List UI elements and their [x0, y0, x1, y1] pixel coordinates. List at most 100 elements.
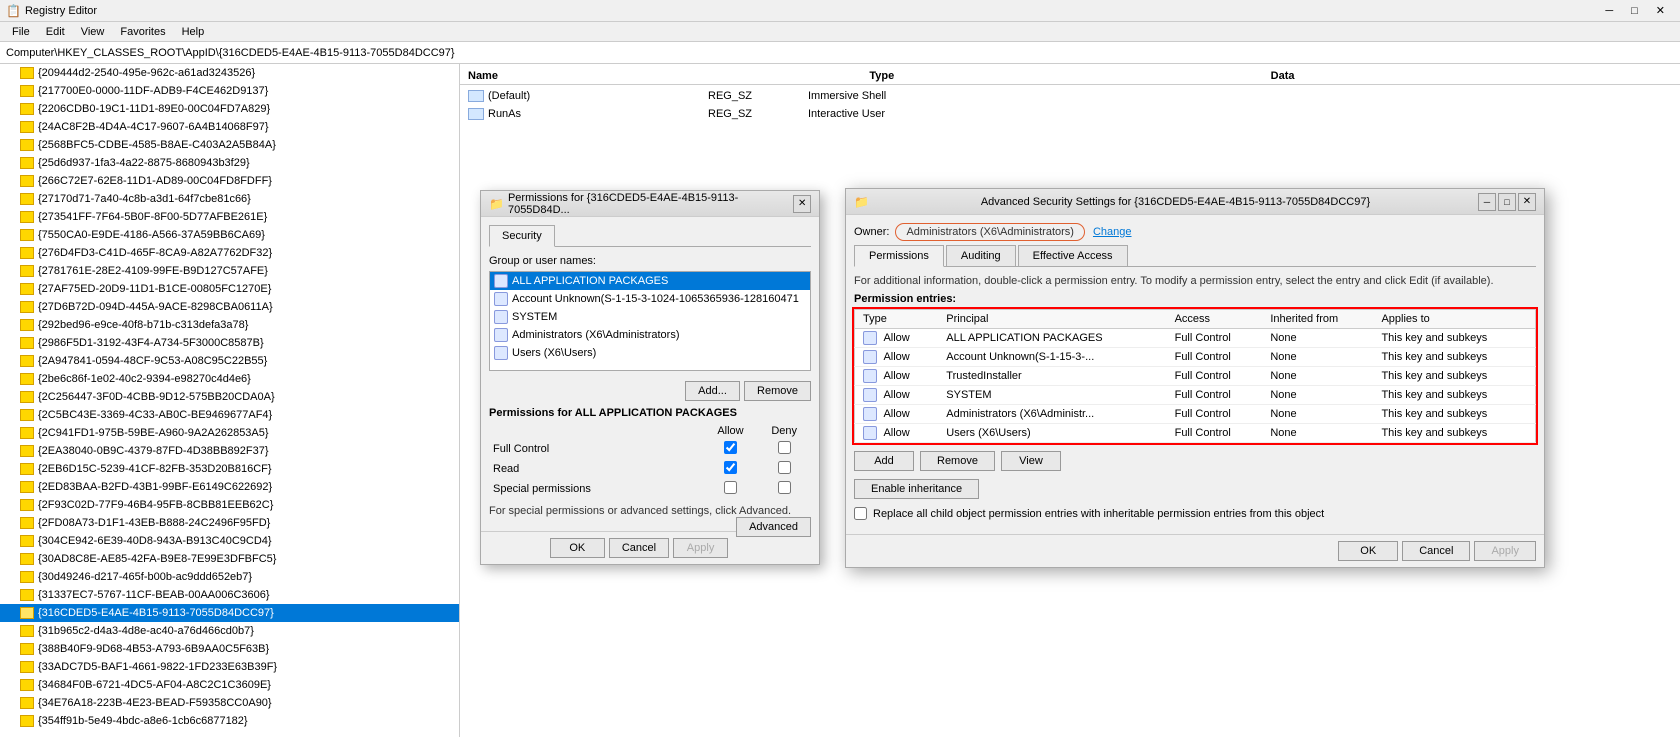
tree-item[interactable]: {27170d71-7a40-4c8b-a3d1-64f7cbe81c66} [0, 190, 459, 208]
user-list-item[interactable]: Users (X6\Users) [490, 344, 810, 362]
adv-tab-auditing[interactable]: Auditing [946, 245, 1016, 266]
tree-item[interactable]: {2781761E-28E2-4109-99FE-B9D127C57AFE} [0, 262, 459, 280]
adv-ok-btn[interactable]: OK [1338, 541, 1398, 561]
adv-add-btn[interactable]: Add [854, 451, 914, 471]
entry-inherited: None [1262, 348, 1373, 367]
allow-cell[interactable] [704, 459, 758, 479]
advanced-btn[interactable]: Advanced [736, 517, 811, 537]
tree-item[interactable]: {209444d2-2540-495e-962c-a61ad3243526} [0, 64, 459, 82]
tree-item[interactable]: {388B40F9-9D68-4B53-A793-6B9AA0C5F63B} [0, 640, 459, 658]
advanced-maximize-btn[interactable]: □ [1498, 193, 1516, 211]
tree-item[interactable]: {276D4FD3-C41D-465F-8CA9-A82A7762DF32} [0, 244, 459, 262]
deny-checkbox[interactable] [778, 441, 791, 454]
tree-item[interactable]: {273541FF-7F64-5B0F-8F00-5D77AFBE261E} [0, 208, 459, 226]
tree-item[interactable]: {217700E0-0000-11DF-ADB9-F4CE462D9137} [0, 82, 459, 100]
allow-cell[interactable] [704, 439, 758, 459]
adv-perm-row[interactable]: Allow ALL APPLICATION PACKAGES Full Cont… [855, 329, 1536, 348]
tree-item[interactable]: {31337EC7-5767-11CF-BEAB-00AA006C3606} [0, 586, 459, 604]
minimize-btn[interactable]: ─ [1596, 2, 1622, 20]
menu-edit[interactable]: Edit [38, 24, 73, 40]
tree-item[interactable]: {25d6d937-1fa3-4a22-8875-8680943b3f29} [0, 154, 459, 172]
tree-item[interactable]: {2C5BC43E-3369-4C33-AB0C-BE9469677AF4} [0, 406, 459, 424]
replace-checkbox[interactable] [854, 507, 867, 520]
tree-item[interactable]: {2A947841-0594-48CF-9C53-A08C95C22B55} [0, 352, 459, 370]
permissions-close-btn[interactable]: ✕ [793, 195, 811, 213]
tree-item[interactable]: {2be6c86f-1e02-40c2-9394-e98270c4d4e6} [0, 370, 459, 388]
advanced-row: For special permissions or advanced sett… [489, 505, 811, 517]
col-type: Type [869, 68, 1270, 84]
tree-item[interactable]: {27AF75ED-20D9-11D1-B1CE-00805FC1270E} [0, 280, 459, 298]
menu-help[interactable]: Help [174, 24, 213, 40]
apply-btn[interactable]: Apply [673, 538, 728, 558]
tree-item[interactable]: {354ff91b-5e49-4bdc-a8e6-1cb6c6877182} [0, 712, 459, 730]
tree-item[interactable]: {2206CDB0-19C1-11D1-89E0-00C04FD7A829} [0, 100, 459, 118]
deny-cell[interactable] [757, 459, 811, 479]
close-btn[interactable]: ✕ [1647, 1, 1674, 20]
menu-file[interactable]: File [4, 24, 38, 40]
user-list-item[interactable]: Account Unknown(S-1-15-3-1024-1065365936… [490, 290, 810, 308]
enable-inheritance-btn[interactable]: Enable inheritance [854, 479, 979, 499]
tree-item[interactable]: {2ED83BAA-B2FD-43B1-99BF-E6149C622692} [0, 478, 459, 496]
folder-icon [20, 409, 34, 421]
tree-item[interactable]: {316CDED5-E4AE-4B15-9113-7055D84DCC97} [0, 604, 459, 622]
tree-item[interactable]: {34E76A18-223B-4E23-BEAD-F59358CC0A90} [0, 694, 459, 712]
user-list-box[interactable]: ALL APPLICATION PACKAGESAccount Unknown(… [489, 271, 811, 371]
tree-item[interactable]: {2C256447-3F0D-4CBB-9D12-575BB20CDA0A} [0, 388, 459, 406]
tree-item[interactable]: {2C941FD1-975B-59BE-A960-9A2A262853A5} [0, 424, 459, 442]
adv-perm-row[interactable]: Allow SYSTEM Full Control None This key … [855, 386, 1536, 405]
change-link[interactable]: Change [1093, 226, 1132, 238]
deny-checkbox[interactable] [778, 461, 791, 474]
tree-item[interactable]: {34684F0B-6721-4DC5-AF04-A8C2C1C3609E} [0, 676, 459, 694]
deny-cell[interactable] [757, 479, 811, 499]
allow-cell[interactable] [704, 479, 758, 499]
maximize-btn[interactable]: □ [1622, 2, 1647, 20]
tree-item[interactable]: {2FD08A73-D1F1-43EB-B888-24C2496F95FD} [0, 514, 459, 532]
adv-tab-effective-access[interactable]: Effective Access [1018, 245, 1128, 266]
adv-perm-row[interactable]: Allow Users (X6\Users) Full Control None… [855, 424, 1536, 443]
user-list-item[interactable]: Administrators (X6\Administrators) [490, 326, 810, 344]
tree-item[interactable]: {31b965c2-d4a3-4d8e-ac40-a76d466cd0b7} [0, 622, 459, 640]
add-btn[interactable]: Add... [685, 381, 740, 401]
deny-checkbox[interactable] [778, 481, 791, 494]
registry-row[interactable]: RunAs REG_SZ Interactive User [460, 105, 1680, 123]
tree-item[interactable]: {266C72E7-62E8-11D1-AD89-00C04FD8FDFF} [0, 172, 459, 190]
adv-tab-permissions[interactable]: Permissions [854, 245, 944, 267]
tree-item-label: {31b965c2-d4a3-4d8e-ac40-a76d466cd0b7} [38, 625, 254, 637]
user-list-item[interactable]: SYSTEM [490, 308, 810, 326]
tree-item[interactable]: {33ADC7D5-BAF1-4661-9822-1FD233E63B39F} [0, 658, 459, 676]
menu-view[interactable]: View [73, 24, 113, 40]
deny-cell[interactable] [757, 439, 811, 459]
user-list-item[interactable]: ALL APPLICATION PACKAGES [490, 272, 810, 290]
allow-checkbox[interactable] [724, 481, 737, 494]
tree-item[interactable]: {2EA38040-0B9C-4379-87FD-4D38BB892F37} [0, 442, 459, 460]
tree-item[interactable]: {30AD8C8E-AE85-42FA-B9E8-7E99E3DFBFC5} [0, 550, 459, 568]
adv-perm-row[interactable]: Allow Account Unknown(S-1-15-3-... Full … [855, 348, 1536, 367]
allow-checkbox[interactable] [724, 461, 737, 474]
ok-btn[interactable]: OK [550, 538, 605, 558]
allow-checkbox[interactable] [724, 441, 737, 454]
tree-item[interactable]: {2F93C02D-77F9-46B4-95FB-8CBB81EEB62C} [0, 496, 459, 514]
tree-item[interactable]: {30d49246-d217-465f-b00b-ac9ddd652eb7} [0, 568, 459, 586]
tab-security[interactable]: Security [489, 225, 555, 247]
tree-item[interactable]: {24AC8F2B-4D4A-4C17-9607-6A4B14068F97} [0, 118, 459, 136]
menu-favorites[interactable]: Favorites [112, 24, 173, 40]
tree-item[interactable]: {2986F5D1-3192-43F4-A734-5F3000C8587B} [0, 334, 459, 352]
tree-item[interactable]: {27D6B72D-094D-445A-9ACE-8298CBA0611A} [0, 298, 459, 316]
adv-perm-row[interactable]: Allow TrustedInstaller Full Control None… [855, 367, 1536, 386]
tree-item[interactable]: {2EB6D15C-5239-41CF-82FB-353D20B816CF} [0, 460, 459, 478]
cancel-btn[interactable]: Cancel [609, 538, 669, 558]
remove-btn[interactable]: Remove [744, 381, 811, 401]
advanced-close-btn[interactable]: ✕ [1518, 193, 1536, 211]
tree-item[interactable]: {7550CA0-E9DE-4186-A566-37A59BB6CA69} [0, 226, 459, 244]
tree-item[interactable]: {2568BFC5-CDBE-4585-B8AE-C403A2A5B84A} [0, 136, 459, 154]
group-label: Group or user names: [489, 255, 811, 267]
adv-remove-btn[interactable]: Remove [920, 451, 995, 471]
adv-perm-row[interactable]: Allow Administrators (X6\Administr... Fu… [855, 405, 1536, 424]
tree-item[interactable]: {304CE942-6E39-40D8-943A-B913C40C9CD4} [0, 532, 459, 550]
adv-cancel-btn[interactable]: Cancel [1402, 541, 1470, 561]
adv-apply-btn[interactable]: Apply [1474, 541, 1536, 561]
registry-row[interactable]: (Default) REG_SZ Immersive Shell [460, 87, 1680, 105]
advanced-minimize-btn[interactable]: ─ [1478, 193, 1496, 211]
tree-item[interactable]: {292bed96-e9ce-40f8-b71b-c313defa3a78} [0, 316, 459, 334]
adv-view-btn[interactable]: View [1001, 451, 1061, 471]
